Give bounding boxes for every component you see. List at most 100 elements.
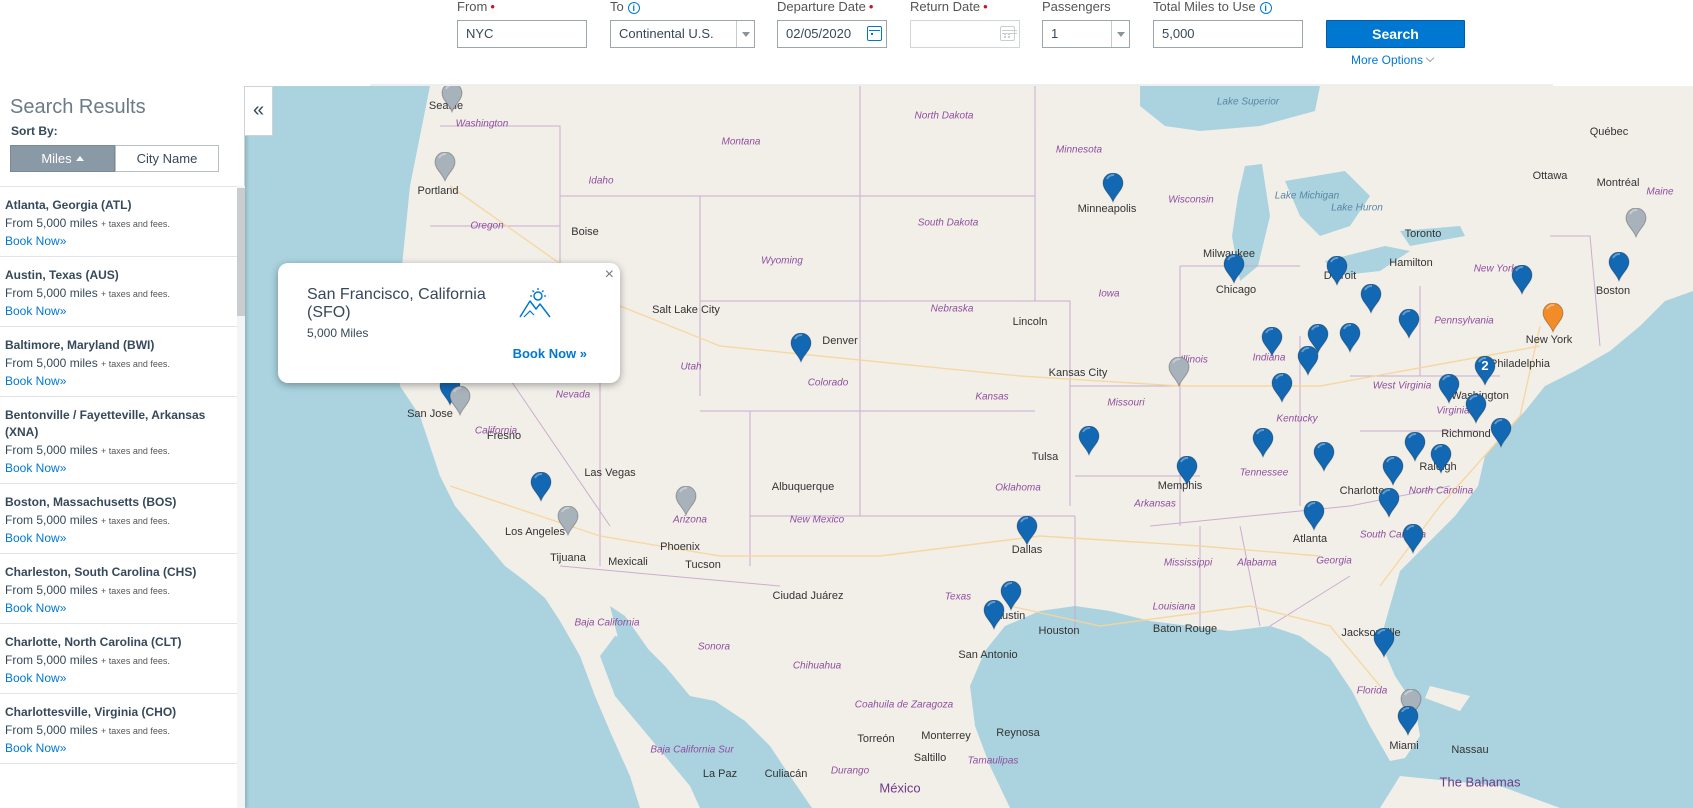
result-book-now-link[interactable]: Book Now» [5,600,232,617]
miles-input[interactable]: 5,000 [1153,20,1303,48]
destination-marker-icon[interactable] [1511,265,1533,295]
map-country-label: México [879,780,921,796]
info-icon[interactable]: i [1259,2,1272,14]
destination-marker-icon[interactable] [1397,706,1419,736]
results-scrollbar[interactable] [237,186,245,808]
result-book-now-link[interactable]: Book Now» [5,530,232,547]
result-book-now-link[interactable]: Book Now» [5,233,232,250]
sort-city-name-button[interactable]: City Name [115,145,219,172]
sort-miles-button[interactable]: Miles [10,145,115,172]
destination-marker-icon[interactable] [1382,456,1404,486]
map-state-label: Idaho [588,175,614,187]
map-city-label: Ottawa [1532,170,1568,182]
destination-marker-icon[interactable] [1360,284,1382,314]
destination-marker-icon[interactable] [1176,456,1198,486]
destination-marker-icon[interactable] [1378,488,1400,518]
result-city-name: Baltimore, Maryland (BWI) [5,338,155,352]
destination-marker-icon[interactable] [1271,373,1293,403]
map-state-label: Minnesota [1055,144,1103,156]
destination-marker-icon[interactable] [434,152,456,182]
map-city-label: San Antonio [958,649,1018,661]
close-icon[interactable]: × [605,266,614,284]
map-city-label: Denver [822,335,858,347]
to-select[interactable]: Continental U.S. [610,20,755,48]
result-price: From 5,000 miles + taxes and fees. [5,216,170,230]
map-state-label: Chihuahua [792,660,842,672]
popup-city-name: San Francisco, California (SFO) [307,286,486,321]
map-city-label: Philadelphia [1490,358,1550,370]
map-city-label: Hamilton [1389,257,1433,269]
destination-marker-icon[interactable] [530,472,552,502]
destination-map[interactable]: Seattle Portland Boise Salt Lake City Denver… [0,86,1693,808]
popup-book-now-link[interactable]: Book Now » [513,346,587,361]
search-button[interactable]: Search [1326,20,1465,48]
destination-marker-icon[interactable] [1398,309,1420,339]
destination-marker-icon[interactable] [1297,346,1319,376]
info-icon[interactable]: i [627,2,640,14]
map-state-label: Tennessee [1239,467,1289,479]
destination-marker-icon[interactable] [1261,327,1283,357]
destination-marker-icon[interactable] [1402,524,1424,554]
calendar-icon[interactable] [1000,26,1015,41]
destination-marker-icon[interactable] [557,506,579,536]
map-city-label: Torreón [857,733,895,745]
miles-field: Total Miles to Use i [1153,0,1272,14]
destination-marker-icon[interactable] [1303,501,1325,531]
result-book-now-link[interactable]: Book Now» [5,303,232,320]
destination-marker-icon[interactable] [983,600,1005,630]
result-city-name: Charlottesville, Virginia (CHO) [5,705,177,719]
destination-marker-icon[interactable] [1326,256,1348,286]
return-date-input[interactable] [910,20,1020,48]
map-city-label: Richmond [1441,428,1491,440]
destination-marker-icon[interactable] [1373,628,1395,658]
result-item: Boston, Massachusetts (BOS) From 5,000 mi… [0,484,237,554]
result-book-now-link[interactable]: Book Now» [5,373,232,390]
result-price: From 5,000 miles + taxes and fees. [5,443,170,457]
map-city-label: Miami [1389,740,1419,752]
destination-marker-icon[interactable] [1339,323,1361,353]
result-book-now-link[interactable]: Book Now» [5,460,232,477]
destination-marker-icon[interactable] [1430,444,1452,474]
result-price: From 5,000 miles + taxes and fees. [5,723,170,737]
destination-marker-icon[interactable] [1252,428,1274,458]
destination-marker-icon[interactable] [1016,516,1038,546]
calendar-icon[interactable] [867,26,882,41]
destination-marker-icon[interactable] [1078,426,1100,456]
result-book-now-link[interactable]: Book Now» [5,670,232,687]
destination-marker-icon[interactable] [1608,252,1630,282]
passengers-select[interactable]: 1 [1042,20,1130,48]
result-book-now-link[interactable]: Book Now» [5,740,232,757]
result-city-name: Atlanta, Georgia (ATL) [5,198,132,212]
map-state-label: South Dakota [917,217,979,229]
map-city-label: Tucson [685,559,721,571]
cluster-marker-icon[interactable]: 2 [1474,356,1496,386]
chevron-down-icon[interactable] [736,21,754,47]
destination-marker-icon[interactable] [1223,254,1245,284]
departure-label: Departure Date • [777,0,874,14]
destination-marker-icon[interactable] [675,486,697,516]
destination-marker-icon[interactable] [1465,394,1487,424]
collapse-panel-button[interactable]: « [245,86,273,136]
chevron-down-icon[interactable] [1111,21,1129,47]
destination-marker-icon[interactable] [1313,442,1335,472]
destination-marker-icon[interactable] [1404,432,1426,462]
destination-marker-icon[interactable] [1102,173,1124,203]
from-input[interactable]: NYC [457,20,587,48]
map-state-label: Alabama [1237,557,1277,569]
result-price: From 5,000 miles + taxes and fees. [5,653,170,667]
origin-marker-icon[interactable] [1542,303,1564,333]
destination-marker-icon[interactable] [441,86,463,113]
destination-marker-icon[interactable] [790,333,812,363]
destination-marker-icon[interactable] [1438,374,1460,404]
scrollbar-thumb[interactable] [237,188,245,316]
more-options-link[interactable]: More Options [1351,53,1435,67]
map-city-label: Lincoln [1012,316,1048,328]
departure-date-input[interactable]: 02/05/2020 [777,20,887,48]
destination-marker-icon[interactable] [1490,418,1512,448]
destination-marker-icon[interactable] [449,386,471,416]
map-city-label: Chicago [1215,284,1257,296]
destination-marker-icon[interactable] [1168,357,1190,387]
result-item: Bentonville / Fayetteville, Arkansas (XN… [0,397,237,484]
map-water-label: Lake Huron [1331,202,1383,214]
destination-marker-icon[interactable] [1625,208,1647,238]
